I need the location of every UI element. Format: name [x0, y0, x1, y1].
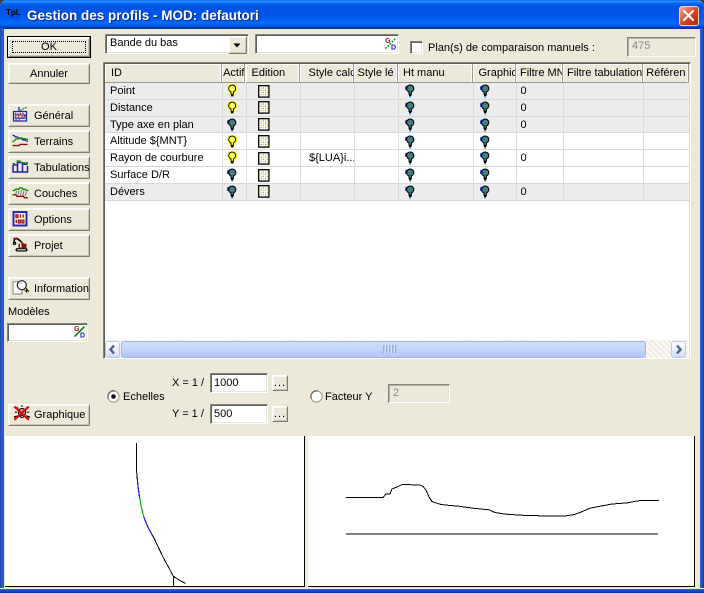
svg-text:D: D: [391, 45, 396, 51]
svg-text:D: D: [80, 333, 85, 339]
